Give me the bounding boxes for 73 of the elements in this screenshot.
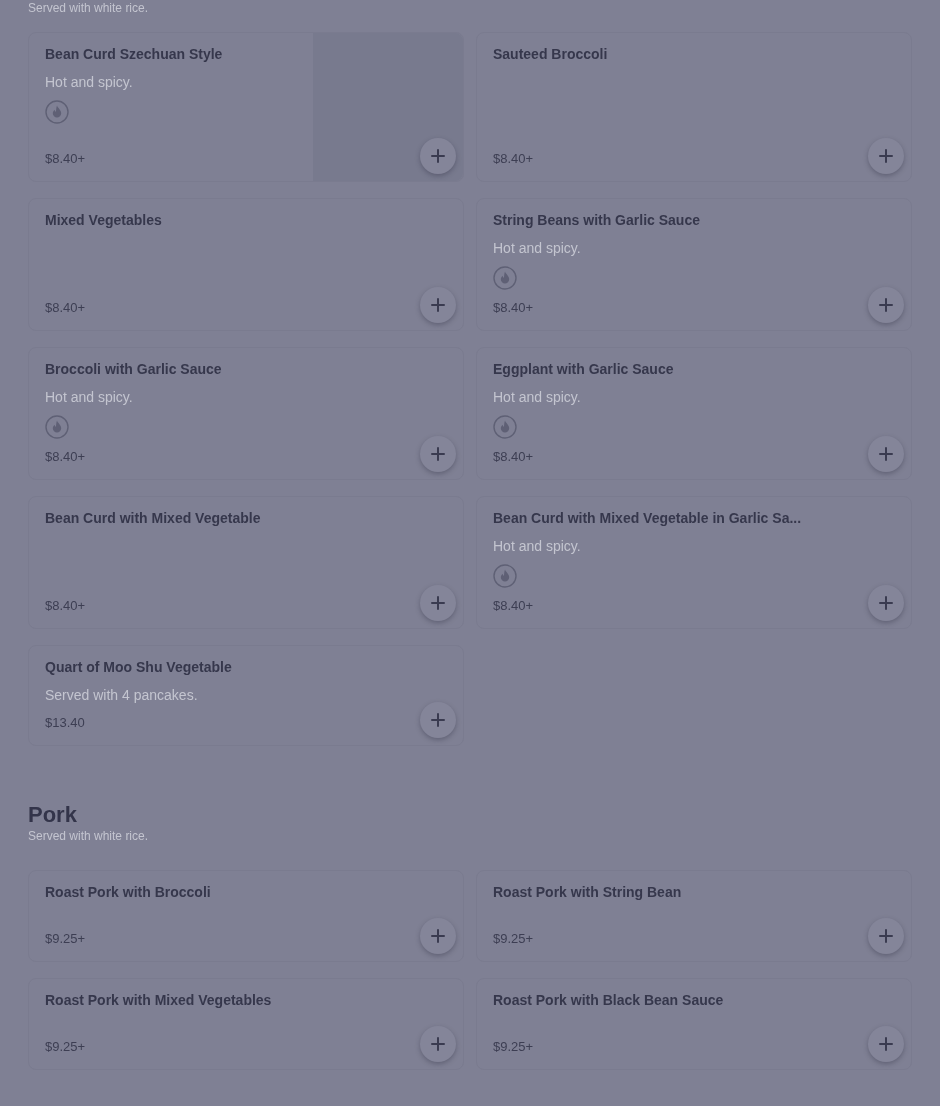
add-button[interactable] <box>420 287 456 323</box>
menu-item-card[interactable]: Sauteed Broccoli $8.40+ <box>476 32 912 182</box>
add-button[interactable] <box>868 138 904 174</box>
item-price: $8.40+ <box>493 448 534 466</box>
item-name: Roast Pork with String Bean <box>493 883 682 902</box>
plus-icon <box>431 929 445 943</box>
item-description: Hot and spicy. <box>493 239 581 258</box>
add-button[interactable] <box>420 702 456 738</box>
item-description: Hot and spicy. <box>45 388 133 407</box>
plus-icon <box>879 1037 893 1051</box>
item-price: $9.25+ <box>45 1038 86 1056</box>
add-button[interactable] <box>868 918 904 954</box>
menu-item-card[interactable]: Broccoli with Garlic Sauce Hot and spicy. $8.40+ <box>28 347 464 480</box>
plus-icon <box>431 596 445 610</box>
plus-icon <box>879 447 893 461</box>
item-name: Sauteed Broccoli <box>493 45 608 64</box>
item-name: Bean Curd with Mixed Vegetable <box>45 509 261 528</box>
menu-item-card[interactable]: Quart of Moo Shu Vegetable Served with 4 pancakes. $13.40 <box>28 645 464 746</box>
item-price: $9.25+ <box>493 930 534 948</box>
item-price: $9.25+ <box>45 930 86 948</box>
add-button[interactable] <box>420 918 456 954</box>
item-name: Bean Curd Szechuan Style <box>45 45 223 64</box>
add-button[interactable] <box>420 1026 456 1062</box>
menu-item-card[interactable]: Roast Pork with Mixed Vegetables $9.25+ <box>28 978 464 1070</box>
menu-item-card[interactable]: Mixed Vegetables $8.40+ <box>28 198 464 331</box>
plus-icon <box>431 447 445 461</box>
item-price: $9.25+ <box>493 1038 534 1056</box>
section-subtitle: Served with white rice. <box>28 0 149 16</box>
plus-icon <box>431 713 445 727</box>
item-price: $8.40+ <box>45 150 86 168</box>
item-description: Served with 4 pancakes. <box>45 686 198 705</box>
item-name: Bean Curd with Mixed Vegetable in Garlic Sa... <box>493 509 802 528</box>
item-price: $8.40+ <box>493 597 534 615</box>
plus-icon <box>879 298 893 312</box>
menu-item-card[interactable]: Roast Pork with String Bean $9.25+ <box>476 870 912 962</box>
item-name: Eggplant with Garlic Sauce <box>493 360 674 379</box>
add-button[interactable] <box>420 436 456 472</box>
section-subtitle: Served with white rice. <box>28 828 149 844</box>
item-name: Mixed Vegetables <box>45 211 162 230</box>
add-button[interactable] <box>868 1026 904 1062</box>
add-button[interactable] <box>420 585 456 621</box>
item-description: Hot and spicy. <box>45 73 133 92</box>
item-price: $8.40+ <box>45 448 86 466</box>
item-description: Hot and spicy. <box>493 388 581 407</box>
menu-item-card[interactable]: Bean Curd Szechuan Style Hot and spicy. $8.40+ <box>28 32 464 182</box>
item-price: $13.40 <box>45 714 85 732</box>
menu-item-card[interactable]: Eggplant with Garlic Sauce Hot and spicy. $8.40+ <box>476 347 912 480</box>
plus-icon <box>879 149 893 163</box>
item-price: $8.40+ <box>45 597 86 615</box>
plus-icon <box>879 929 893 943</box>
plus-icon <box>431 1037 445 1051</box>
item-price: $8.40+ <box>45 299 86 317</box>
plus-icon <box>431 149 445 163</box>
item-price: $8.40+ <box>493 299 534 317</box>
plus-icon <box>879 596 893 610</box>
menu-item-card[interactable]: Bean Curd with Mixed Vegetable $8.40+ <box>28 496 464 629</box>
item-price: $8.40+ <box>493 150 534 168</box>
item-name: Broccoli with Garlic Sauce <box>45 360 222 379</box>
item-name: Roast Pork with Black Bean Sauce <box>493 991 724 1010</box>
item-description: Hot and spicy. <box>493 537 581 556</box>
menu-item-card[interactable]: Bean Curd with Mixed Vegetable in Garlic Sa... Hot and spicy. $8.40+ <box>476 496 912 629</box>
add-button[interactable] <box>868 287 904 323</box>
add-button[interactable] <box>868 585 904 621</box>
menu-item-card[interactable]: String Beans with Garlic Sauce Hot and spicy. $8.40+ <box>476 198 912 331</box>
menu-item-card[interactable]: Roast Pork with Broccoli $9.25+ <box>28 870 464 962</box>
plus-icon <box>431 298 445 312</box>
add-button[interactable] <box>868 436 904 472</box>
section-title: Pork <box>28 802 78 828</box>
item-name: Quart of Moo Shu Vegetable <box>45 658 232 677</box>
item-name: String Beans with Garlic Sauce <box>493 211 700 230</box>
item-name: Roast Pork with Broccoli <box>45 883 211 902</box>
item-name: Roast Pork with Mixed Vegetables <box>45 991 272 1010</box>
menu-item-card[interactable]: Roast Pork with Black Bean Sauce $9.25+ <box>476 978 912 1070</box>
